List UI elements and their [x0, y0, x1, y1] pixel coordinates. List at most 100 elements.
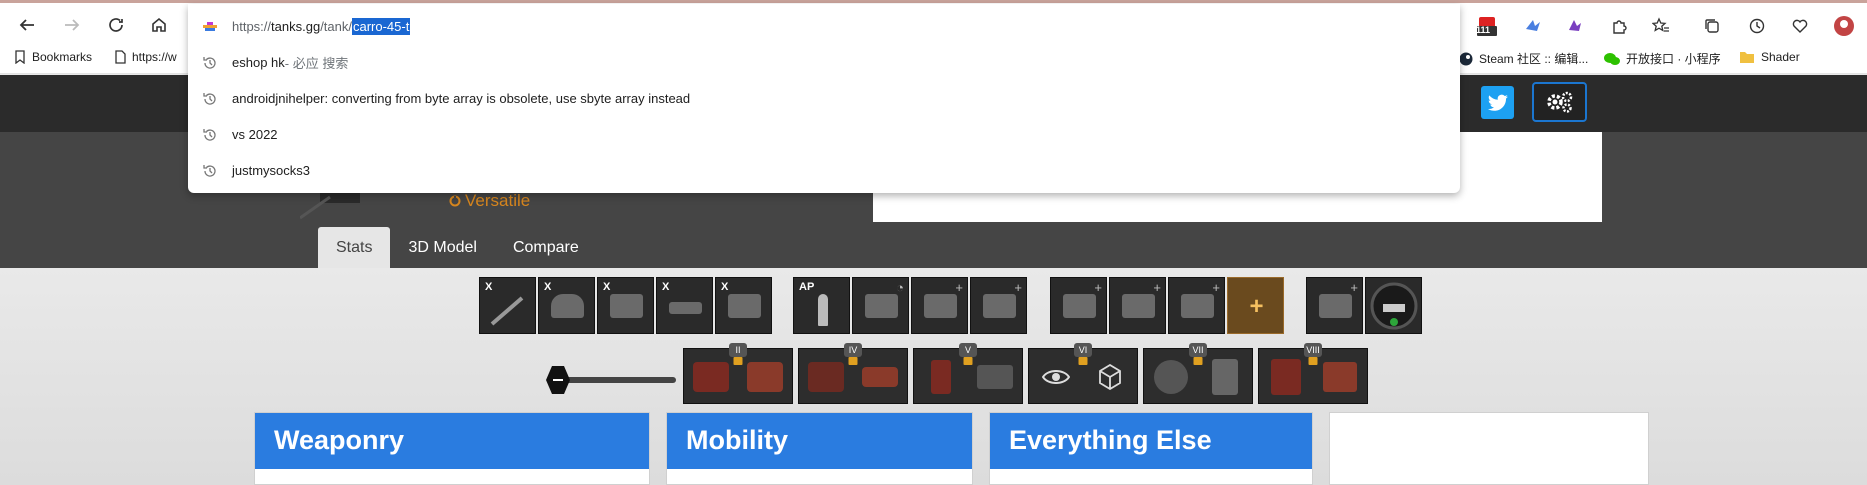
back-button[interactable]: [13, 11, 41, 39]
box-icon: [865, 294, 898, 318]
everything-else-card: Everything Else: [989, 412, 1313, 485]
module-slots: X X X X X: [479, 277, 772, 334]
lock-icon: [963, 357, 973, 365]
engine-icon: [610, 294, 643, 318]
equipment-slot[interactable]: +: [1050, 277, 1107, 334]
url-path: /tank/: [320, 19, 352, 34]
turret-icon: [551, 294, 584, 318]
history-icon: [200, 125, 220, 145]
extensions-button[interactable]: [1607, 14, 1631, 38]
weaponry-heading: Weaponry: [255, 413, 649, 469]
history-icon: [200, 161, 220, 181]
crew-skill-pair[interactable]: VI: [1028, 343, 1138, 404]
consumable-slot[interactable]: +: [970, 277, 1027, 334]
equipment-slot[interactable]: +: [1109, 277, 1166, 334]
module-tier-tag: X: [662, 281, 670, 293]
history-icon: [200, 53, 220, 73]
suggestion-title: androidjnihelper: converting from byte a…: [232, 91, 691, 106]
profile-button[interactable]: [1832, 14, 1856, 38]
gun-icon: [490, 296, 524, 326]
settings-button[interactable]: [1532, 82, 1587, 122]
bookmark-label: Bookmarks: [32, 50, 93, 64]
performance-button[interactable]: [1788, 14, 1812, 38]
reload-button[interactable]: [102, 11, 130, 39]
crew-skill-pair[interactable]: VIII: [1258, 343, 1368, 405]
consumable-slot[interactable]: ◔: [852, 277, 909, 334]
module-turret[interactable]: X: [538, 277, 595, 334]
tab-compare[interactable]: Compare: [495, 227, 597, 268]
module-tier-tag: X: [721, 281, 729, 293]
module-radio[interactable]: X: [715, 277, 772, 334]
equipment-slots: + + + +: [1050, 277, 1284, 334]
bookmark-wechat[interactable]: 开放接口 · 小程序: [1604, 50, 1721, 67]
add-equipment-button[interactable]: +: [1227, 277, 1284, 334]
heart-pulse-icon: [1792, 19, 1808, 33]
skill-icon: [1259, 349, 1313, 405]
crew-level-badge: VIII: [1304, 343, 1322, 357]
lock-icon: [1193, 357, 1203, 365]
history-button[interactable]: [1745, 14, 1769, 38]
ammo-slot[interactable]: AP: [793, 277, 850, 334]
module-tier-tag: X: [603, 281, 611, 293]
twitter-button[interactable]: [1481, 86, 1514, 119]
crew-level-badge: II: [729, 343, 747, 357]
url-selection: carro-45-t: [351, 18, 411, 35]
bookmark-truncated[interactable]: https://w: [114, 50, 177, 64]
box-icon: [1181, 294, 1214, 318]
tanks-gg-favicon-icon: [203, 21, 217, 31]
suggestion-title: vs 2022: [232, 127, 278, 142]
box-icon: [1319, 294, 1352, 318]
extension-purple[interactable]: [1563, 14, 1587, 38]
crew-skill-pair[interactable]: II: [683, 343, 793, 404]
collections-button[interactable]: [1700, 14, 1724, 38]
bookmark-icon: [15, 50, 25, 64]
shell-icon: [818, 294, 828, 326]
collections-icon: [1705, 19, 1719, 33]
module-engine[interactable]: X: [597, 277, 654, 334]
url-scheme: https://: [232, 19, 272, 34]
plus-icon: +: [955, 280, 963, 295]
crew-skill-pair[interactable]: IV: [798, 343, 908, 404]
reload-icon: [109, 18, 123, 32]
suggestion-item[interactable]: justmysocks3: [188, 153, 1460, 188]
history-icon: [200, 89, 220, 109]
page-icon: [115, 50, 126, 64]
notification-extension[interactable]: 111: [1475, 14, 1499, 38]
crew-skill-pair[interactable]: V: [913, 343, 1023, 404]
module-gun[interactable]: X: [479, 277, 536, 334]
profile-avatar-icon: [1834, 16, 1854, 36]
tab-3d-model[interactable]: 3D Model: [390, 227, 494, 268]
notification-count: 111: [1476, 25, 1491, 35]
home-icon: [152, 17, 166, 32]
suggestion-item[interactable]: vs 2022: [188, 117, 1460, 152]
extension-blue-bird[interactable]: [1521, 14, 1545, 38]
tab-stats[interactable]: Stats: [318, 227, 391, 268]
consumable-slot[interactable]: +: [911, 277, 968, 334]
forward-button[interactable]: [58, 11, 86, 39]
suggestion-item[interactable]: eshop hk - 必应 搜索: [188, 45, 1460, 80]
side-panel: [1329, 412, 1649, 485]
bookmark-label: Shader: [1761, 50, 1800, 64]
skill-icon: [1198, 349, 1252, 405]
bookmark-folder-shader[interactable]: Shader: [1739, 50, 1800, 64]
directive-slot[interactable]: +: [1306, 277, 1363, 334]
favorites-button[interactable]: [1649, 14, 1673, 38]
lock-icon: [1078, 357, 1088, 365]
equipment-slot[interactable]: +: [1168, 277, 1225, 334]
home-button[interactable]: [145, 11, 173, 39]
suggestion-item[interactable]: androidjnihelper: converting from byte a…: [188, 81, 1460, 116]
arrow-left-icon: [19, 19, 34, 31]
suggestion-title: eshop hk: [232, 55, 285, 70]
gears-icon: [1546, 91, 1572, 113]
crew-level-slider[interactable]: [538, 363, 678, 397]
bookmark-bookmarks[interactable]: Bookmarks: [14, 50, 92, 64]
suggestion-subtitle: - 必应 搜索: [284, 56, 349, 71]
puzzle-icon: [1613, 20, 1627, 34]
folder-icon: [1740, 52, 1754, 63]
field-mod-slot[interactable]: [1365, 277, 1422, 334]
crew-skill-pair[interactable]: VII: [1143, 343, 1253, 405]
module-suspension[interactable]: X: [656, 277, 713, 334]
bookmark-steam[interactable]: Steam 社区 :: 编辑...: [1459, 50, 1588, 67]
site-favicon: [200, 17, 220, 37]
address-input[interactable]: https://tanks.gg/tank/carro-45-t: [188, 9, 1460, 44]
